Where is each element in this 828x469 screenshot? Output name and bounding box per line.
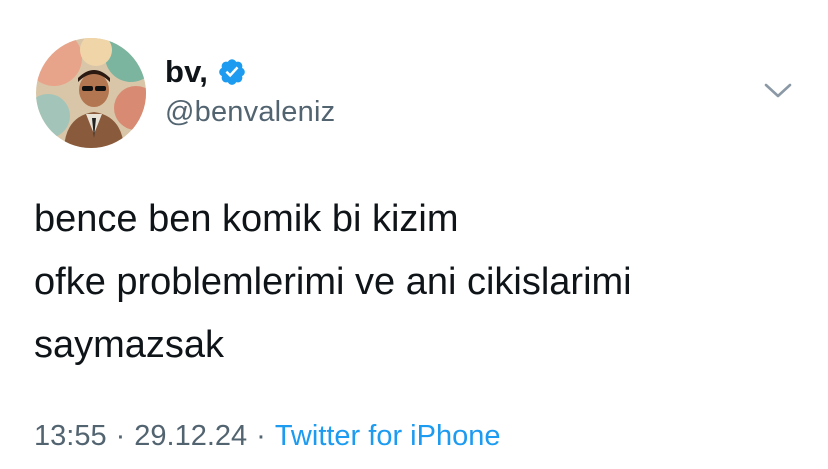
author-handle[interactable]: @benvaleniz	[165, 96, 335, 129]
tweet-text-line: bence ben komik bi kizim	[34, 198, 459, 240]
display-name[interactable]: bv,	[165, 54, 208, 90]
tweet-date[interactable]: 29.12.24	[134, 420, 247, 452]
tweet-metadata: 13:55 · 29.12.24 · Twitter for iPhone	[34, 420, 500, 453]
tweet-card: bv, @benvaleniz bence ben komik bi kizim…	[0, 0, 828, 469]
verified-badge-icon	[217, 57, 247, 87]
chevron-down-icon[interactable]	[762, 80, 794, 102]
tweet-text-line: ofke problemlerimi ve ani cikislarimi	[34, 261, 632, 303]
separator-dot: ·	[256, 420, 266, 452]
avatar[interactable]	[36, 38, 146, 148]
author-name-row[interactable]: bv,	[165, 52, 247, 92]
tweet-time[interactable]: 13:55	[34, 420, 107, 452]
separator-dot: ·	[115, 420, 126, 452]
tweet-source-link[interactable]: Twitter for iPhone	[275, 420, 501, 452]
tweet-text-line: saymazsak	[34, 324, 225, 366]
tweet-text: bence ben komik bi kizim ofke problemler…	[34, 188, 814, 377]
